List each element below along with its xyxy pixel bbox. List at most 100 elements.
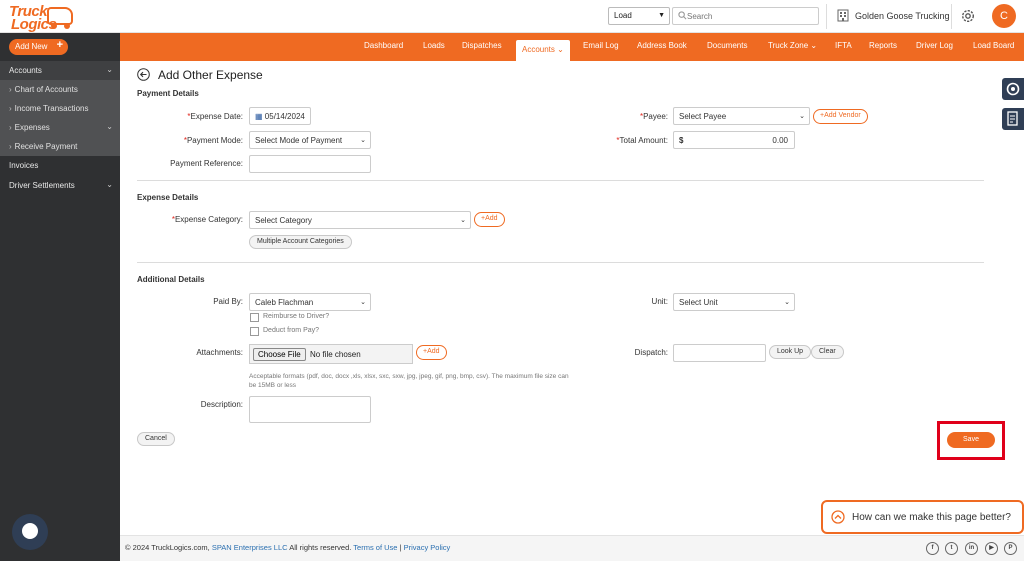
chevron-right-icon: ›	[9, 85, 12, 94]
search-box[interactable]	[672, 7, 819, 25]
nav-dashboard[interactable]: Dashboard	[364, 41, 403, 50]
youtube-icon[interactable]: ▶	[985, 542, 998, 555]
unit-select[interactable]: Select Unit ⌄	[673, 293, 795, 311]
multiple-account-categories-button[interactable]: Multiple Account Categories	[249, 235, 352, 249]
payee-select[interactable]: Select Payee ⌄	[673, 107, 810, 125]
nav-driver-log[interactable]: Driver Log	[916, 41, 953, 50]
feedback-widget[interactable]: How can we make this page better?	[821, 500, 1024, 534]
chevron-right-icon: ›	[9, 123, 12, 132]
unit-label: Unit:	[651, 297, 668, 306]
save-button[interactable]: Save	[947, 432, 995, 448]
pinterest-icon[interactable]: P	[1004, 542, 1017, 555]
payment-mode-select[interactable]: Select Mode of Payment ⌄	[249, 131, 371, 149]
chevron-down-icon: ⌄	[106, 122, 113, 131]
attachments-label: Attachments:	[196, 348, 243, 357]
chat-bubble-icon	[22, 523, 38, 539]
section-payment-details: Payment Details	[137, 89, 199, 98]
span-enterprises-link[interactable]: SPAN Enterprises LLC	[212, 543, 288, 552]
section-additional-details: Additional Details	[137, 275, 205, 284]
deduct-from-pay-label: Deduct from Pay?	[263, 327, 320, 334]
choose-file-button[interactable]: Choose File	[253, 348, 306, 361]
nav-truck-zone[interactable]: Truck Zone ⌄	[768, 41, 817, 50]
dispatch-input[interactable]	[673, 344, 766, 362]
nav-loads[interactable]: Loads	[423, 41, 445, 50]
chevron-right-icon: ›	[9, 104, 12, 113]
file-format-hint: Acceptable formats (pdf, doc, docx ,xls,…	[249, 373, 569, 389]
chevron-down-icon: ⌄	[799, 113, 805, 120]
nav-email-log[interactable]: Email Log	[583, 41, 619, 50]
footer: © 2024 TruckLogics.com, SPAN Enterprises…	[120, 535, 1024, 561]
paid-by-select[interactable]: Caleb Flachman ⌄	[249, 293, 371, 311]
trucklogics-logo[interactable]: Truck Logics	[9, 3, 73, 33]
side-notes-tool[interactable]	[1002, 108, 1024, 130]
payment-reference-input[interactable]	[249, 155, 371, 173]
nav-dispatches[interactable]: Dispatches	[462, 41, 502, 50]
cancel-button[interactable]: Cancel	[137, 432, 175, 446]
chevron-down-icon: ⌄	[460, 217, 466, 224]
sidebar: Add New + Accounts ⌄ › Chart of Accounts …	[0, 33, 120, 561]
gear-icon[interactable]	[960, 8, 976, 24]
sidebar-item-chart-of-accounts[interactable]: › Chart of Accounts	[0, 80, 120, 99]
total-amount-field[interactable]: $ 0.00	[673, 131, 795, 149]
payee-label: *Payee:	[639, 112, 668, 121]
sidebar-item-expenses[interactable]: › Expenses ⌄	[0, 118, 120, 137]
dispatch-label: Dispatch:	[634, 348, 668, 357]
nav-reports[interactable]: Reports	[869, 41, 897, 50]
sidebar-item-invoices[interactable]: Invoices	[0, 156, 120, 175]
search-input[interactable]	[687, 9, 815, 23]
back-arrow-icon[interactable]	[137, 68, 150, 81]
add-category-button[interactable]: +Add	[474, 212, 505, 227]
nav-accounts[interactable]: Accounts ⌄	[516, 40, 570, 61]
side-settings-tool[interactable]	[1002, 78, 1024, 100]
expense-category-select[interactable]: Select Category ⌄	[249, 211, 471, 229]
nav-ifta[interactable]: IFTA	[835, 41, 852, 50]
terms-of-use-link[interactable]: Terms of Use	[353, 543, 397, 552]
add-vendor-button[interactable]: +Add Vendor	[813, 109, 868, 124]
expense-category-label: *Expense Category:	[171, 215, 243, 224]
reimburse-to-driver-label: Reimburse to Driver?	[263, 313, 330, 320]
clear-button[interactable]: Clear	[811, 345, 844, 359]
description-textarea[interactable]	[249, 396, 371, 423]
file-status: No file chosen	[310, 350, 361, 359]
chevron-down-icon: ▼	[658, 12, 665, 19]
payment-mode-label: *Payment Mode:	[183, 136, 243, 145]
paid-by-label: Paid By:	[213, 297, 243, 306]
nav-load-board[interactable]: Load Board	[973, 41, 1014, 50]
chevron-down-icon: ⌄	[810, 41, 818, 50]
attachment-file-input[interactable]: Choose File No file chosen	[249, 344, 413, 364]
target-icon	[1006, 82, 1020, 96]
chevron-up-icon	[831, 510, 845, 524]
sidebar-item-driver-settlements[interactable]: Driver Settlements ⌄	[0, 176, 120, 195]
add-attachment-button[interactable]: +Add	[416, 345, 447, 360]
chevron-down-icon: ⌄	[784, 299, 790, 306]
chevron-down-icon: ⌄	[557, 45, 564, 54]
document-icon	[1007, 111, 1018, 126]
reimburse-to-driver-checkbox[interactable]	[250, 313, 259, 322]
add-new-button[interactable]: Add New +	[9, 39, 68, 55]
expense-date-field[interactable]: ▦ 05/14/2024	[249, 107, 311, 125]
facebook-icon[interactable]: f	[926, 542, 939, 555]
look-up-button[interactable]: Look Up	[769, 345, 812, 359]
twitter-icon[interactable]: t	[945, 542, 958, 555]
sidebar-item-receive-payment[interactable]: › Receive Payment	[0, 137, 120, 156]
chat-launcher[interactable]	[12, 514, 48, 550]
total-amount-label: *Total Amount:	[616, 136, 668, 145]
search-icon	[678, 11, 687, 20]
sidebar-item-accounts[interactable]: Accounts ⌄	[0, 61, 120, 80]
chevron-down-icon: ⌄	[106, 180, 113, 189]
description-label: Description:	[200, 400, 243, 409]
user-avatar[interactable]: C	[992, 4, 1016, 28]
plus-icon: +	[56, 39, 63, 51]
chevron-down-icon: ⌄	[360, 137, 366, 144]
privacy-policy-link[interactable]: Privacy Policy	[404, 543, 451, 552]
search-type-select[interactable]: Load ▼	[608, 7, 670, 25]
nav-documents[interactable]: Documents	[707, 41, 747, 50]
linkedin-icon[interactable]: in	[965, 542, 978, 555]
nav-address-book[interactable]: Address Book	[637, 41, 687, 50]
chevron-down-icon: ⌄	[106, 65, 113, 74]
chevron-right-icon: ›	[9, 142, 12, 151]
calendar-icon: ▦	[255, 112, 263, 121]
company-name: Golden Goose Trucking	[855, 11, 950, 21]
deduct-from-pay-checkbox[interactable]	[250, 327, 259, 336]
sidebar-item-income-transactions[interactable]: › Income Transactions	[0, 99, 120, 118]
